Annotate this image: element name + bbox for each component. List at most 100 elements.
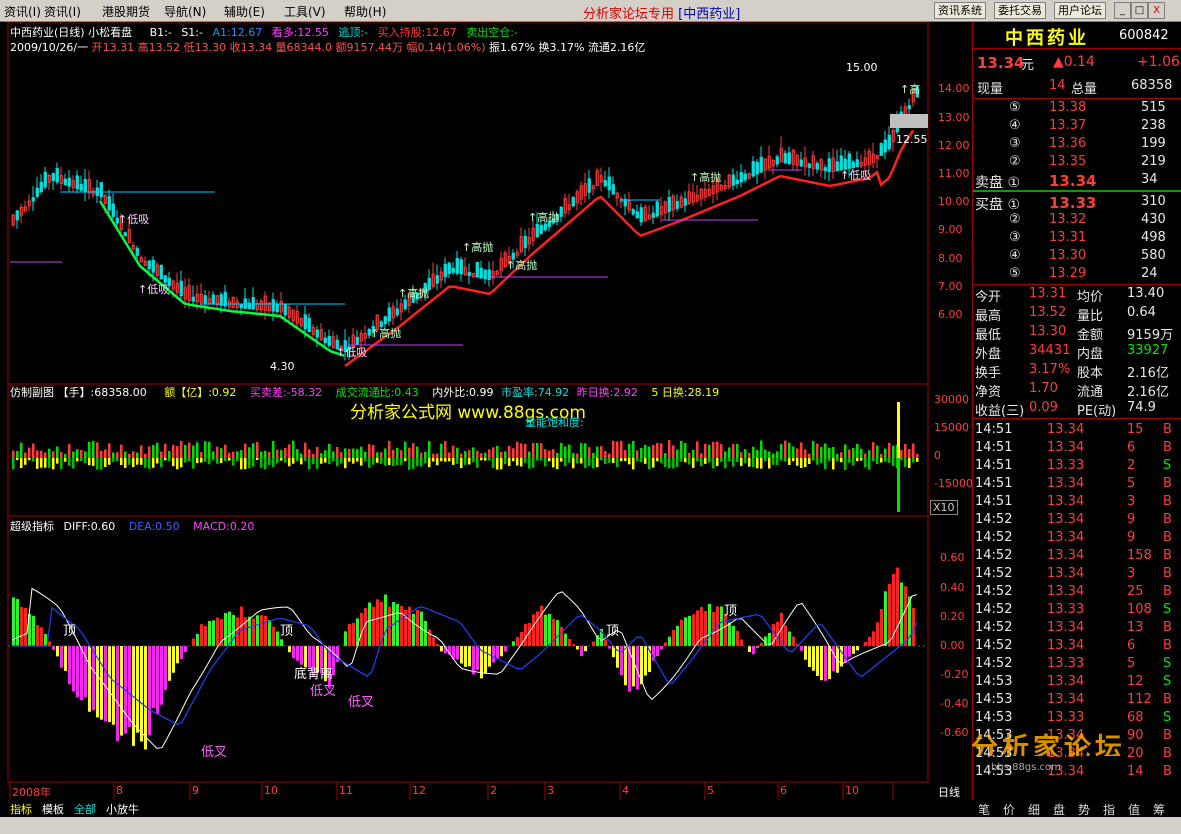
volume-bar-neg — [868, 458, 871, 470]
volume-bar — [472, 447, 475, 458]
tab-indicator[interactable]: 指标 — [10, 801, 32, 817]
macd-bar — [584, 646, 587, 652]
volume-bar — [312, 453, 315, 458]
macd-bar — [384, 594, 387, 646]
volume-bar — [764, 449, 767, 458]
tick-volume: 112 — [1127, 692, 1152, 707]
forum-button[interactable]: 用户论坛 — [1054, 2, 1106, 19]
right-tab[interactable]: 值 — [1128, 801, 1140, 818]
volume-bar-neg — [280, 458, 283, 461]
menu-item[interactable]: 辅助(E) — [224, 3, 265, 20]
macd-bar — [232, 615, 235, 646]
volume-bar-neg — [468, 458, 471, 465]
order-price: 13.30 — [1049, 248, 1087, 263]
tick-price: 13.34 — [1047, 476, 1085, 491]
close-icon[interactable]: X — [1148, 2, 1165, 19]
tick-side: B — [1163, 440, 1172, 455]
volume-bar-neg — [624, 458, 627, 462]
app-title: 分析家论坛专用 [中西药业] — [583, 3, 740, 22]
volume-bar — [56, 446, 59, 458]
tab-custom[interactable]: 小放牛 — [106, 801, 139, 817]
menu-item[interactable]: 导航(N) — [164, 3, 206, 20]
macd-bar — [72, 646, 75, 692]
right-tab[interactable]: 笔 — [978, 801, 990, 818]
axis-tick-label: 6.00 — [938, 308, 963, 321]
volume-bar-neg — [704, 458, 707, 464]
volume-bar — [820, 446, 823, 458]
volume-bar — [200, 452, 203, 458]
sub2-label: 顶 — [724, 604, 738, 619]
signal-label: ↑高抛 — [370, 327, 402, 340]
volume-bar-neg — [516, 458, 519, 466]
volume-bar-neg — [196, 458, 199, 464]
volume-bar — [204, 441, 207, 458]
tick-price: 13.33 — [1047, 458, 1085, 473]
order-level: ② — [1009, 212, 1021, 227]
quote-row: ② 13.35 219 — [973, 154, 1178, 172]
right-tab[interactable]: 指 — [1103, 801, 1115, 818]
menu-item[interactable]: 工具(V) — [284, 3, 326, 20]
right-tab[interactable]: 势 — [1078, 801, 1090, 818]
macd-bar — [108, 646, 111, 723]
volume-bar — [748, 452, 751, 458]
volume-bar — [676, 449, 679, 458]
volume-bar — [660, 443, 663, 458]
stat-label: 今开 — [975, 290, 1002, 305]
candle-body — [251, 297, 255, 310]
candle-body — [283, 304, 287, 316]
order-level: ④ — [1009, 248, 1021, 263]
macd-bar — [428, 629, 431, 646]
volume-bar-neg — [904, 458, 907, 467]
right-tab[interactable]: 筹 — [1153, 801, 1165, 818]
axis-tick-label: 14.00 — [938, 82, 970, 95]
trade-button[interactable]: 委托交易 — [994, 2, 1046, 19]
tick-volume: 13 — [1127, 620, 1144, 635]
tab-template[interactable]: 模板 — [42, 801, 64, 817]
volume-bar-neg — [204, 458, 207, 462]
right-tab[interactable]: 细 — [1028, 801, 1040, 818]
candle-body — [15, 210, 19, 221]
volume-bar-neg — [760, 458, 763, 469]
news-system-button[interactable]: 资讯系统 — [934, 2, 986, 19]
last-price: 13.34 — [977, 54, 1025, 72]
quote-row: 14:51 13.34 3 B — [973, 494, 1178, 512]
stat-label: 内盘 — [1077, 347, 1104, 362]
macd-bar — [864, 642, 867, 646]
menu-item[interactable]: 资讯(I) — [4, 3, 41, 20]
menu-item[interactable]: 帮助(H) — [344, 3, 386, 20]
sub2-label: 顶 — [280, 624, 294, 639]
volume-bar — [192, 445, 195, 458]
minimize-icon[interactable]: _ — [1114, 2, 1131, 19]
stat-value: 13.31 — [1029, 286, 1067, 301]
volume-bar-neg — [372, 458, 375, 465]
sub2-axis-label: 0.40 — [940, 581, 965, 594]
volume-bar — [856, 443, 859, 458]
candle-body — [571, 196, 575, 207]
volume-bar-neg — [12, 458, 15, 470]
quote-row: ⑤ 13.29 24 — [973, 266, 1178, 284]
volume-bar-neg — [340, 458, 343, 464]
volume-bar-neg — [68, 458, 71, 466]
candle-body — [51, 173, 55, 182]
volume-bar-neg — [564, 458, 567, 467]
tab-all[interactable]: 全部 — [74, 801, 96, 817]
quote-row: 14:51 13.34 15 B — [973, 422, 1178, 440]
volume-bar-neg — [20, 458, 23, 469]
volume-bar-neg — [168, 458, 171, 462]
volume-bar-neg — [452, 458, 455, 465]
menu-item[interactable]: 资讯(I) — [44, 3, 81, 20]
maximize-icon[interactable]: □ — [1131, 2, 1148, 19]
right-tab[interactable]: 价 — [1003, 801, 1015, 818]
volume-bar — [740, 452, 743, 458]
volume-bar-neg — [384, 458, 387, 466]
volume-bar — [476, 450, 479, 458]
menu-item[interactable]: 港股期货 — [102, 3, 150, 20]
volume-bar-neg — [576, 458, 579, 464]
macd-bar — [468, 646, 471, 667]
right-tab[interactable]: 盘 — [1053, 801, 1065, 818]
stat-label: 外盘 — [975, 347, 1002, 362]
volume-bar — [916, 453, 919, 458]
volume-bar — [444, 441, 447, 458]
volume-bar-neg — [780, 458, 783, 461]
volume-bar-neg — [580, 458, 583, 464]
